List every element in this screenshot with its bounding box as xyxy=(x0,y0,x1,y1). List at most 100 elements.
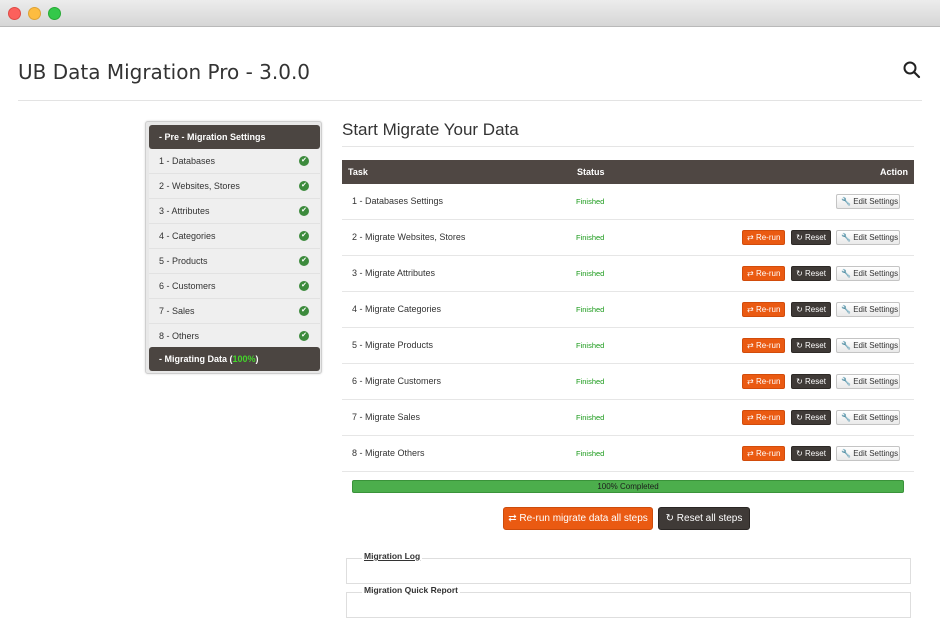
rerun-all-label: Re-run migrate data all steps xyxy=(519,513,648,524)
refresh-icon: ↻ xyxy=(796,305,803,314)
edit-settings-button[interactable]: 🔧 Edit Settings xyxy=(836,410,900,425)
table-row: 2 - Migrate Websites, Stores Finished ⇄ … xyxy=(342,220,914,256)
search-icon[interactable] xyxy=(902,60,922,80)
reset-button[interactable]: ↻ Reset xyxy=(791,446,831,461)
reset-button[interactable]: ↻ Reset xyxy=(791,338,831,353)
rerun-button[interactable]: ⇄ Re-run xyxy=(742,446,785,461)
check-circle-icon: ✔ xyxy=(299,306,309,316)
sidebar-item-label: 2 - Websites, Stores xyxy=(159,181,240,191)
sidebar-item-customers[interactable]: 6 - Customers ✔ xyxy=(149,274,320,299)
zoom-window-button[interactable] xyxy=(48,7,61,20)
reset-button[interactable]: ↻ Reset xyxy=(791,266,831,281)
refresh-icon: ↻ xyxy=(796,377,803,386)
edit-settings-label: Edit Settings xyxy=(853,233,899,242)
task-name: 7 - Migrate Sales xyxy=(352,412,421,422)
swap-arrows-icon: ⇄ xyxy=(747,305,754,314)
wrench-icon: 🔧 xyxy=(841,197,851,206)
reset-label: Reset xyxy=(805,341,826,350)
rerun-button[interactable]: ⇄ Re-run xyxy=(742,410,785,425)
rerun-label: Re-run xyxy=(755,233,781,242)
edit-settings-label: Edit Settings xyxy=(853,341,899,350)
rerun-all-steps-button[interactable]: ⇄ Re-run migrate data all steps xyxy=(503,507,653,530)
column-header-status: Status xyxy=(577,167,605,177)
reset-button[interactable]: ↻ Reset xyxy=(791,374,831,389)
migrating-data-percent: 100% xyxy=(232,354,256,364)
sidebar-migrating-data[interactable]: - Migrating Data (100%) xyxy=(149,347,320,371)
task-status: Finished xyxy=(576,449,605,458)
sidebar-item-websites-stores[interactable]: 2 - Websites, Stores ✔ xyxy=(149,174,320,199)
task-status: Finished xyxy=(576,341,605,350)
rerun-button[interactable]: ⇄ Re-run xyxy=(742,374,785,389)
task-name: 1 - Databases Settings xyxy=(352,196,444,206)
table-row: 1 - Databases Settings Finished 🔧 Edit S… xyxy=(342,184,914,220)
migration-log-toggle[interactable]: Migration Log xyxy=(362,551,423,561)
task-name: 4 - Migrate Categories xyxy=(352,304,442,314)
check-circle-icon: ✔ xyxy=(299,256,309,266)
task-name: 2 - Migrate Websites, Stores xyxy=(352,232,466,242)
task-status: Finished xyxy=(576,233,605,242)
refresh-icon: ↻ xyxy=(665,513,674,524)
reset-all-steps-button[interactable]: ↻ Reset all steps xyxy=(658,507,750,530)
title-divider xyxy=(342,146,914,147)
edit-settings-button[interactable]: 🔧 Edit Settings xyxy=(836,302,900,317)
wrench-icon: 🔧 xyxy=(841,413,851,422)
minimize-window-button[interactable] xyxy=(28,7,41,20)
edit-settings-label: Edit Settings xyxy=(853,377,899,386)
swap-arrows-icon: ⇄ xyxy=(747,341,754,350)
sidebar-item-databases[interactable]: 1 - Databases ✔ xyxy=(149,149,320,174)
table-row: 7 - Migrate Sales Finished ⇄ Re-run ↻ Re… xyxy=(342,400,914,436)
table-row: 8 - Migrate Others Finished ⇄ Re-run ↻ R… xyxy=(342,436,914,472)
table-row: 6 - Migrate Customers Finished ⇄ Re-run … xyxy=(342,364,914,400)
migrating-data-suffix: ) xyxy=(255,354,259,364)
reset-button[interactable]: ↻ Reset xyxy=(791,302,831,317)
swap-arrows-icon: ⇄ xyxy=(508,513,517,524)
sidebar-item-label: 8 - Others xyxy=(159,331,200,341)
sidebar-item-sales[interactable]: 7 - Sales ✔ xyxy=(149,299,320,324)
rerun-button[interactable]: ⇄ Re-run xyxy=(742,338,785,353)
edit-settings-label: Edit Settings xyxy=(853,197,899,206)
edit-settings-button[interactable]: 🔧 Edit Settings xyxy=(836,230,900,245)
reset-button[interactable]: ↻ Reset xyxy=(791,410,831,425)
edit-settings-button[interactable]: 🔧 Edit Settings xyxy=(836,266,900,281)
sidebar-item-others[interactable]: 8 - Others ✔ xyxy=(149,324,320,349)
close-window-button[interactable] xyxy=(8,7,21,20)
sidebar-item-label: 4 - Categories xyxy=(159,231,216,241)
reset-label: Reset xyxy=(805,269,826,278)
rerun-label: Re-run xyxy=(755,305,781,314)
sidebar-item-products[interactable]: 5 - Products ✔ xyxy=(149,249,320,274)
rerun-button[interactable]: ⇄ Re-run xyxy=(742,266,785,281)
reset-button[interactable]: ↻ Reset xyxy=(791,230,831,245)
task-name: 8 - Migrate Others xyxy=(352,448,425,458)
edit-settings-button[interactable]: 🔧 Edit Settings xyxy=(836,446,900,461)
page-title: Start Migrate Your Data xyxy=(342,120,519,139)
table-row: 4 - Migrate Categories Finished ⇄ Re-run… xyxy=(342,292,914,328)
table-header: Task Status Action xyxy=(342,160,914,184)
task-name: 6 - Migrate Customers xyxy=(352,376,442,386)
task-status: Finished xyxy=(576,305,605,314)
sidebar: - Pre - Migration Settings 1 - Databases… xyxy=(145,121,322,374)
rerun-label: Re-run xyxy=(755,449,781,458)
rerun-label: Re-run xyxy=(755,377,781,386)
sidebar-item-attributes[interactable]: 3 - Attributes ✔ xyxy=(149,199,320,224)
rerun-button[interactable]: ⇄ Re-run xyxy=(742,302,785,317)
task-status: Finished xyxy=(576,413,605,422)
wrench-icon: 🔧 xyxy=(841,305,851,314)
sidebar-item-categories[interactable]: 4 - Categories ✔ xyxy=(149,224,320,249)
sidebar-item-label: 1 - Databases xyxy=(159,156,216,166)
wrench-icon: 🔧 xyxy=(841,233,851,242)
swap-arrows-icon: ⇄ xyxy=(747,269,754,278)
wrench-icon: 🔧 xyxy=(841,269,851,278)
edit-settings-label: Edit Settings xyxy=(853,305,899,314)
check-circle-icon: ✔ xyxy=(299,281,309,291)
edit-settings-button[interactable]: 🔧 Edit Settings xyxy=(836,194,900,209)
migration-progress-bar: 100% Completed xyxy=(352,480,904,493)
swap-arrows-icon: ⇄ xyxy=(747,449,754,458)
edit-settings-button[interactable]: 🔧 Edit Settings xyxy=(836,338,900,353)
refresh-icon: ↻ xyxy=(796,269,803,278)
check-circle-icon: ✔ xyxy=(299,156,309,166)
rerun-button[interactable]: ⇄ Re-run xyxy=(742,230,785,245)
check-circle-icon: ✔ xyxy=(299,206,309,216)
sidebar-item-label: 3 - Attributes xyxy=(159,206,210,216)
edit-settings-button[interactable]: 🔧 Edit Settings xyxy=(836,374,900,389)
sidebar-header[interactable]: - Pre - Migration Settings xyxy=(149,125,320,149)
